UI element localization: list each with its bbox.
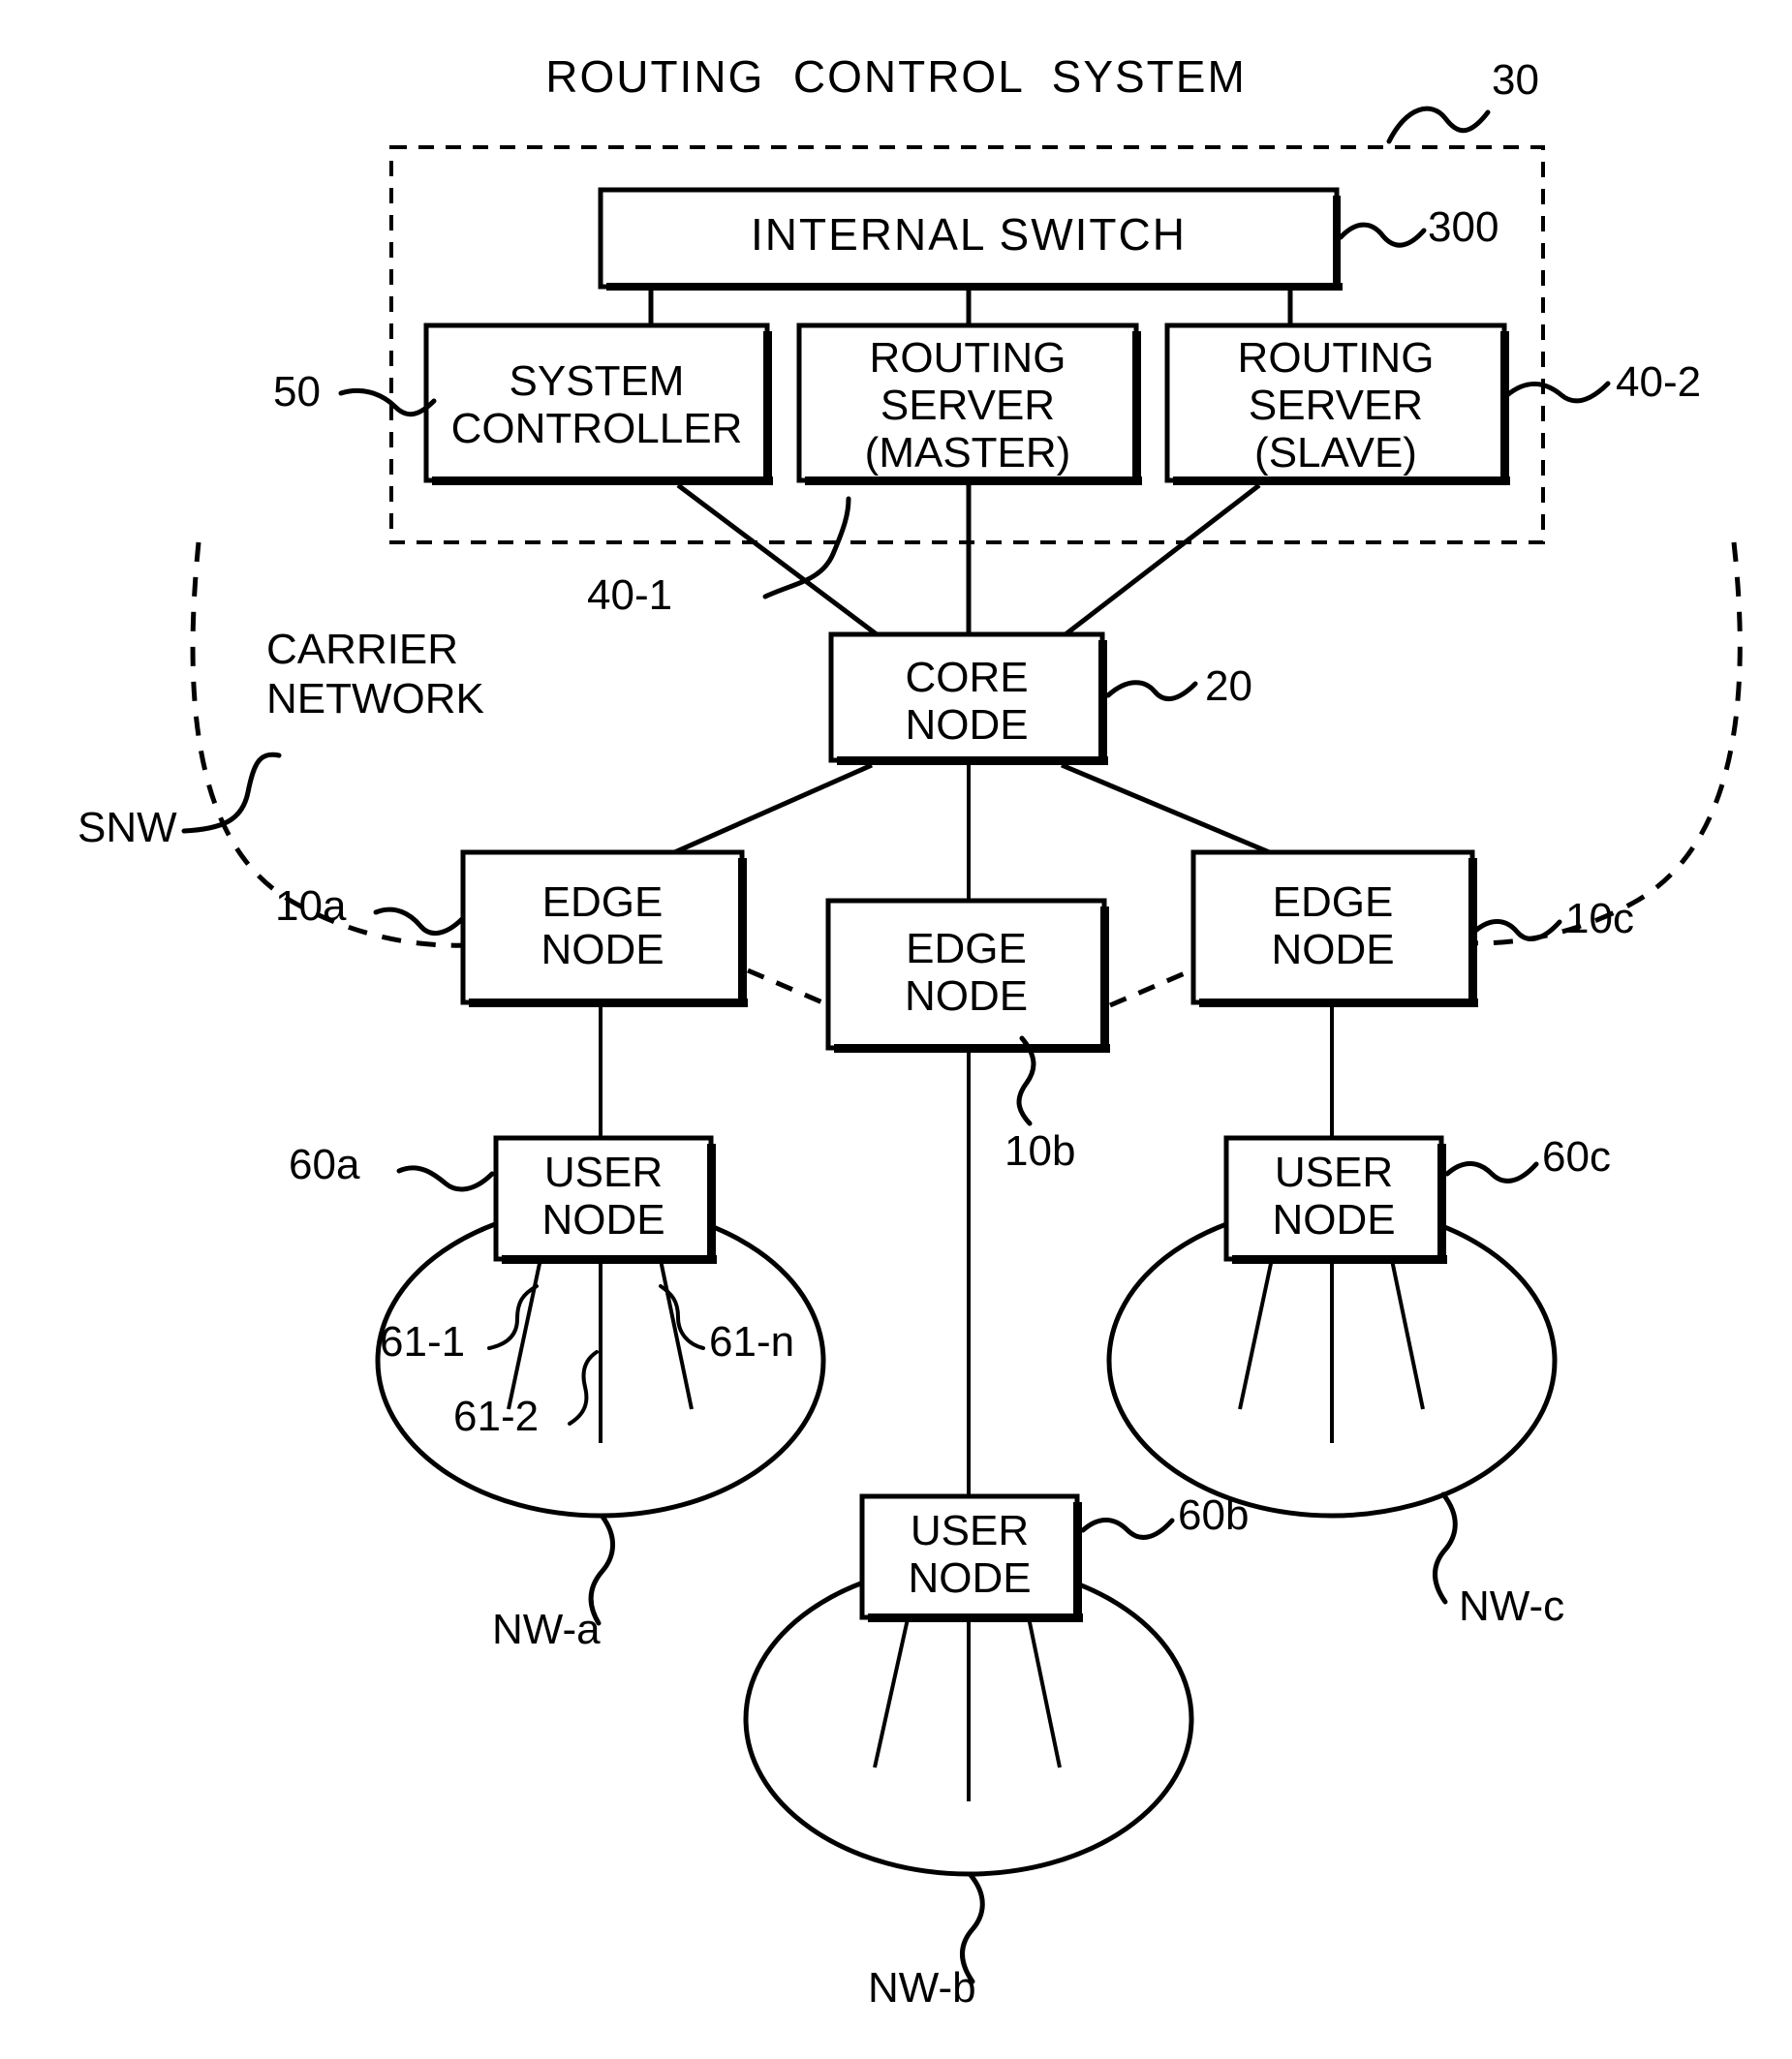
leader-ref-10c (1471, 919, 1562, 941)
ref-40-1: 40-1 (587, 571, 673, 619)
ref-nw-c: NW-c (1459, 1583, 1565, 1630)
ref-60c: 60c (1542, 1133, 1611, 1181)
ref-60b: 60b (1178, 1491, 1250, 1539)
leader-ref-snw (181, 752, 282, 834)
user-node-c-label-line2: NODE (1272, 1196, 1396, 1244)
internal-switch-box-shadow (606, 283, 1343, 291)
routing-server-slave-label-line2: SERVER (1248, 382, 1424, 429)
user-node-c-shadow-bottom (1232, 1255, 1447, 1264)
ref-40-2: 40-2 (1616, 358, 1702, 406)
user-node-b-label-line2: NODE (908, 1554, 1032, 1602)
edge-node-a-label-line2: NODE (541, 926, 664, 973)
edge-node-c-label-line2: NODE (1271, 926, 1395, 973)
core-node-label-line2: NODE (905, 701, 1029, 749)
leader-ref-60b (1080, 1518, 1175, 1540)
internal-switch-label: INTERNAL SWITCH (751, 209, 1187, 260)
ref-nw-b: NW-b (868, 1964, 976, 2012)
routing-server-slave-label-line1: ROUTING (1237, 334, 1435, 382)
edge-node-c-label-line1: EDGE (1272, 878, 1394, 926)
system-controller-label-line2: CONTROLLER (450, 405, 743, 452)
routing-server-slave-label-line3: (SLAVE) (1254, 429, 1417, 476)
edge-node-b-label-line1: EDGE (906, 925, 1027, 972)
user-node-b-shadow-bottom (868, 1613, 1083, 1622)
diagram-vector-layer (181, 106, 1743, 1984)
edge-node-b-label-line2: NODE (904, 972, 1029, 1020)
ref-10b: 10b (1004, 1127, 1076, 1175)
routing-server-slave-shadow-bottom (1173, 476, 1510, 485)
link-routing-slave-core (1064, 483, 1261, 636)
edge-node-a-label-line1: EDGE (541, 878, 664, 926)
core-node-shadow-bottom (837, 756, 1108, 765)
ref-30: 30 (1492, 56, 1539, 104)
link-edge-a-edge-b-dashed (747, 968, 830, 1008)
leader-ref-40-2 (1504, 381, 1611, 404)
user-node-a-label-line1: USER (543, 1149, 664, 1196)
link-edge-b-edge-c-dashed (1109, 968, 1192, 1008)
routing-server-master-label-line1: ROUTING (869, 334, 1066, 382)
ref-61-1: 61-1 (380, 1318, 466, 1366)
ref-20: 20 (1205, 662, 1252, 710)
leader-ref-30 (1386, 106, 1491, 144)
system-controller-label-line1: SYSTEM (509, 357, 685, 405)
carrier-network-label-line2: NETWORK (266, 675, 484, 722)
core-node-label-line1: CORE (905, 654, 1029, 701)
ref-snw: SNW (77, 804, 177, 851)
leader-ref-40-1 (762, 496, 851, 599)
routing-server-master-label-line3: (MASTER) (864, 429, 1071, 476)
figure-canvas: ROUTING CONTROL SYSTEM 30 INTERNAL SWITC… (0, 0, 1792, 2059)
leader-ref-nw-c (1433, 1491, 1458, 1605)
leader-ref-50 (338, 387, 437, 417)
leader-ref-300 (1338, 222, 1427, 248)
routing-server-master-shadow-bottom (805, 476, 1142, 485)
routing-server-master-label-line2: SERVER (880, 382, 1056, 429)
ref-50: 50 (273, 368, 321, 415)
ref-10a: 10a (275, 882, 347, 930)
ref-10c: 10c (1565, 895, 1634, 942)
user-node-a-label-line2: NODE (541, 1196, 665, 1244)
edge-node-b-shadow-bottom (834, 1044, 1110, 1053)
ref-61-n: 61-n (709, 1318, 795, 1366)
ref-61-2: 61-2 (453, 1393, 540, 1440)
leader-ref-10a (373, 907, 466, 936)
system-controller-shadow-bottom (432, 476, 773, 485)
user-node-b-label-line1: USER (910, 1507, 1030, 1554)
carrier-network-label-line1: CARRIER (266, 626, 459, 673)
ref-60a: 60a (289, 1141, 360, 1188)
leader-ref-60a (396, 1165, 495, 1192)
carrier-network-boundary-right (1452, 541, 1743, 946)
ref-300: 300 (1428, 203, 1499, 251)
ref-nw-a: NW-a (492, 1606, 601, 1653)
edge-node-c-shadow-bottom (1199, 999, 1478, 1007)
user-node-a-shadow-bottom (502, 1255, 717, 1264)
leader-ref-60c (1444, 1161, 1539, 1183)
edge-node-a-shadow-bottom (469, 999, 748, 1007)
user-node-c-label-line1: USER (1274, 1149, 1394, 1196)
leader-ref-20 (1105, 680, 1198, 701)
